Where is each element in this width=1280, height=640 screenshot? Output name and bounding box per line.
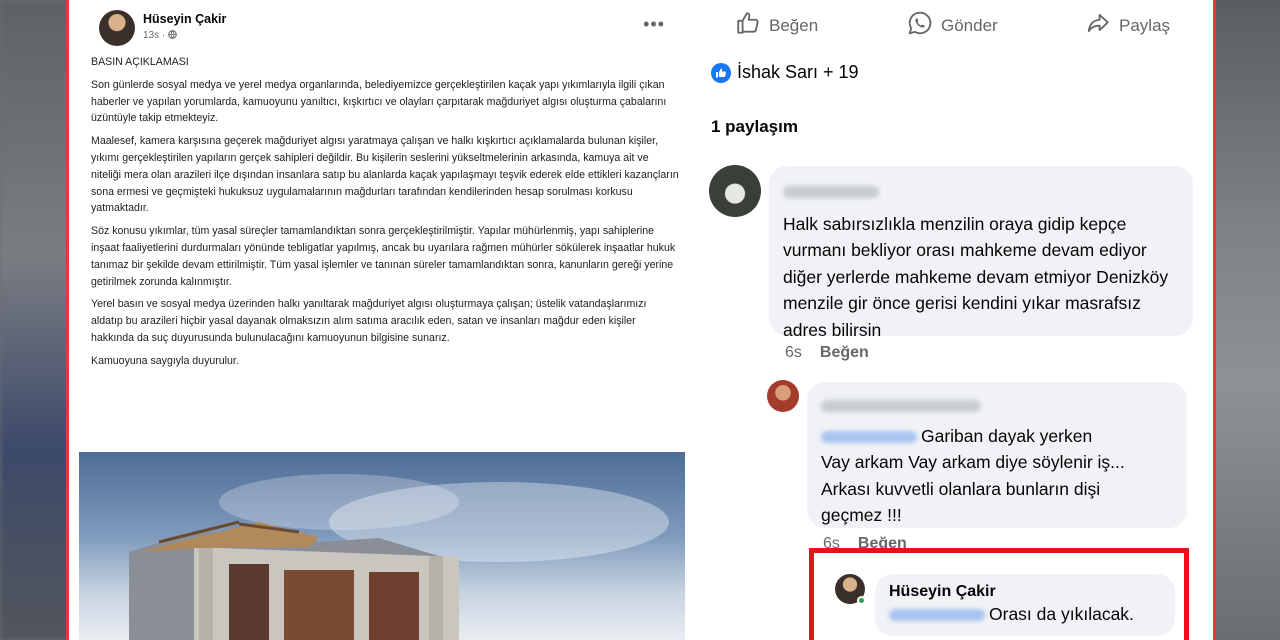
comment-line: Arkası kuvvetli olanlara bunların dişi	[821, 478, 1101, 499]
background-left	[0, 0, 70, 640]
demolished-building-image	[129, 474, 669, 640]
comment-text: Halk sabırsızlıkla menzilin oraya gidip …	[783, 213, 1169, 340]
commenter-avatar[interactable]	[709, 165, 761, 217]
post-paragraph: Yerel basın ve sosyal medya üzerinden ha…	[91, 298, 647, 344]
comment-text: Orası da yıkılacak.	[989, 604, 1134, 624]
shares-count[interactable]: 1 paylaşım	[711, 117, 798, 137]
commenter-name-blurred[interactable]	[821, 392, 1173, 419]
post-meta: 13s ·	[143, 30, 177, 41]
post-heading: BASIN AÇIKLAMASI	[91, 56, 189, 68]
ellipsis-icon[interactable]: •••	[643, 14, 665, 35]
comment-bubble: Halk sabırsızlıkla menzilin oraya gidip …	[769, 166, 1193, 340]
comment-bubble: Gariban dayak yerken Vay arkam Vay arkam…	[807, 382, 1187, 528]
whatsapp-icon	[907, 10, 933, 41]
facebook-post: Hüseyin Çakir 13s · ••• BASIN AÇIKLAMASI…	[79, 0, 685, 640]
post-closing: Kamuoyuna saygıyla duyurulur.	[91, 354, 239, 367]
comment-line: geçmez !!!	[821, 505, 902, 525]
post-author[interactable]: Hüseyin Çakir	[143, 12, 226, 26]
commenter-name-blurred[interactable]	[783, 178, 1179, 205]
comment-line: Gariban dayak yerken	[921, 425, 1093, 446]
send-label: Gönder	[941, 15, 998, 35]
post-paragraph: Söz konusu yıkımlar, tüm yasal süreçler …	[91, 225, 676, 288]
comments-panel: Beğen Gönder Paylaş İshak Sarı + 19 1 pa…	[689, 0, 1213, 640]
comment-time[interactable]: 6s	[785, 344, 802, 362]
share-label: Paylaş	[1119, 15, 1171, 35]
post-header: Hüseyin Çakir 13s · •••	[91, 10, 681, 50]
thumbs-up-icon	[735, 10, 761, 41]
mentioned-user-blurred[interactable]	[889, 609, 985, 622]
post-photo[interactable]	[79, 452, 685, 640]
like-reaction-icon	[711, 62, 731, 83]
comment-meta: 6s Beğen	[785, 344, 869, 362]
reply-author[interactable]: Hüseyin Çakir	[889, 582, 1161, 602]
comment-like-link[interactable]: Beğen	[820, 344, 869, 362]
like-button[interactable]: Beğen	[735, 10, 818, 41]
reactions-text: İshak Sarı + 19	[737, 62, 859, 82]
comment-line: Vay arkam Vay arkam diye söylenir iş...	[821, 452, 1125, 472]
commenter-avatar[interactable]	[767, 380, 799, 412]
online-status-dot	[857, 596, 866, 605]
author-avatar[interactable]	[99, 10, 135, 46]
mentioned-user-blurred[interactable]	[821, 430, 917, 443]
share-arrow-icon	[1085, 10, 1111, 41]
post-time[interactable]: 13s	[143, 30, 159, 41]
send-button[interactable]: Gönder	[907, 10, 998, 41]
share-button[interactable]: Paylaş	[1085, 10, 1170, 41]
post-actions: Beğen Gönder Paylaş	[689, 6, 1213, 41]
post-paragraph: Maalesef, kamera karşısına geçerek mağdu…	[91, 135, 679, 215]
post-text: BASIN AÇIKLAMASI Son günlerde sosyal med…	[91, 54, 681, 376]
comment-text: Gariban dayak yerken Vay arkam Vay arkam…	[821, 423, 1173, 529]
screenshot-frame: Hüseyin Çakir 13s · ••• BASIN AÇIKLAMASI…	[66, 0, 1216, 640]
like-label: Beğen	[769, 15, 819, 35]
background-right	[1210, 0, 1280, 640]
post-paragraph: Son günlerde sosyal medya ve yerel medya…	[91, 78, 667, 125]
globe-icon	[168, 30, 177, 41]
comment-bubble: Hüseyin Çakir Orası da yıkılacak.	[875, 574, 1175, 636]
reactions-summary[interactable]: İshak Sarı + 19	[711, 62, 859, 83]
